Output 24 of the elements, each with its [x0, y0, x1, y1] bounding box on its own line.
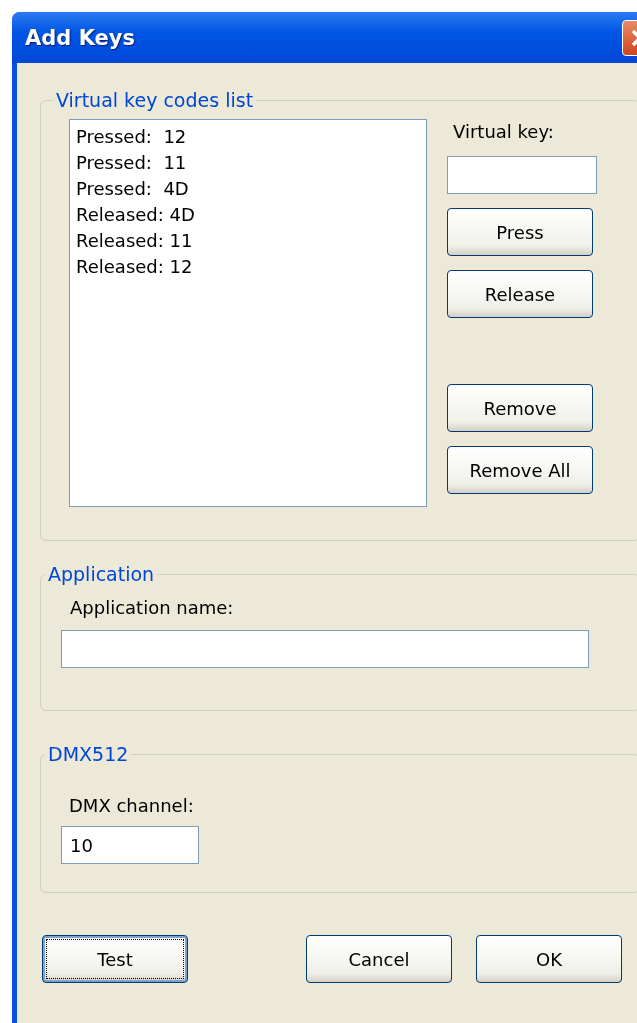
remove-button[interactable]: Remove All: [447, 446, 593, 494]
list-item[interactable]: Released: 11: [76, 228, 420, 254]
remove-button[interactable]: Remove: [447, 384, 593, 432]
list-item[interactable]: Pressed: 4D: [76, 176, 420, 202]
key-codes-list[interactable]: Pressed: 12 Pressed: 11 Pressed: 4D Released: 4D Released: 11 Released: 12: [69, 119, 427, 507]
dmx-channel-label: DMX channel:: [69, 795, 195, 816]
list-item[interactable]: Pressed: 11: [76, 150, 420, 176]
dialog-button[interactable]: Test: [42, 935, 188, 983]
list-item[interactable]: Pressed: 12: [76, 124, 420, 150]
virtual-key-label: Virtual key:: [453, 121, 555, 142]
group-title: Application: [47, 563, 156, 585]
dmx-channel-field[interactable]: 10: [61, 826, 199, 864]
action-button[interactable]: Press: [447, 208, 593, 256]
dialog-button[interactable]: Cancel: [306, 935, 452, 983]
group-title: Virtual key codes list: [55, 89, 255, 111]
window-title: Add Keys: [25, 25, 135, 50]
dialog-button[interactable]: OK: [476, 935, 622, 983]
application-name-field[interactable]: [61, 630, 589, 668]
virtual-key-field[interactable]: [447, 156, 597, 194]
application-name-label: Application name:: [70, 597, 235, 618]
action-button[interactable]: Release: [447, 270, 593, 318]
list-item[interactable]: Released: 4D: [76, 202, 420, 228]
list-item[interactable]: Released: 12: [76, 254, 420, 280]
group-title: DMX512: [47, 743, 130, 765]
